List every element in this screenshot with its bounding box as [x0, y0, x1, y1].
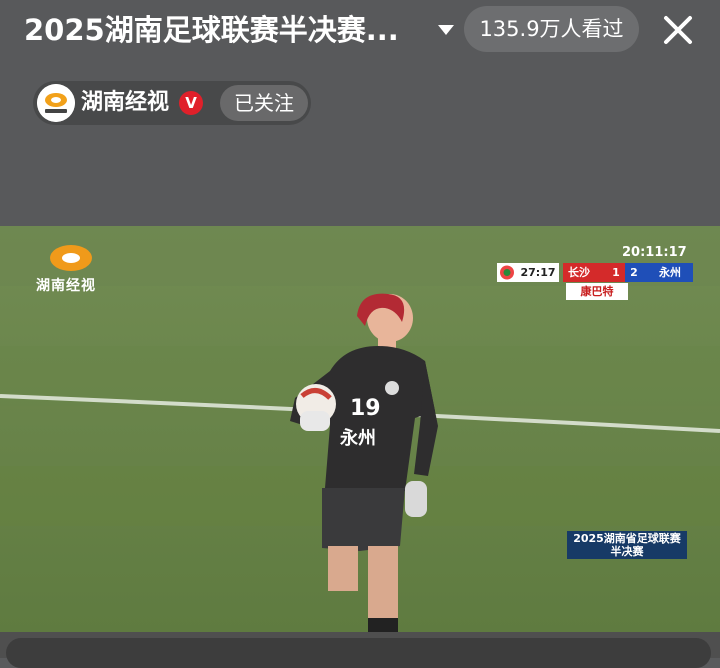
- video-header: 2025湖南足球联赛半决赛... 135.9万人看过 湖南经视 V 已关注: [0, 0, 720, 226]
- jersey-number: 19: [350, 396, 381, 421]
- away-score: 2: [625, 263, 643, 282]
- comment-input-bar[interactable]: [6, 638, 711, 668]
- home-score: 1: [607, 263, 625, 282]
- event-caption-line1: 2025湖南省足球联赛: [573, 532, 681, 545]
- video-title[interactable]: 2025湖南足球联赛半决赛...: [24, 10, 429, 50]
- broadcaster-watermark: 湖南经视: [36, 278, 96, 294]
- view-count: 135.9万人看过: [464, 6, 639, 52]
- match-time: 27:17: [517, 263, 559, 282]
- close-icon[interactable]: [658, 10, 698, 50]
- channel-name[interactable]: 湖南经视: [81, 81, 169, 125]
- follow-button[interactable]: 已关注: [220, 85, 308, 121]
- league-logo: [497, 263, 517, 282]
- channel-avatar[interactable]: [37, 84, 75, 122]
- broadcaster-logo: [48, 243, 94, 273]
- verified-icon: V: [179, 91, 203, 115]
- chevron-down-icon[interactable]: [434, 20, 458, 40]
- away-team: 永州: [643, 263, 693, 282]
- event-caption-line2: 半决赛: [610, 545, 644, 558]
- channel-chip[interactable]: 湖南经视 V 已关注: [33, 81, 311, 125]
- broadcast-clock: 20:11:17: [622, 245, 687, 260]
- scoreboard: 27:17 长沙 1 2 永州: [497, 263, 693, 282]
- event-caption: 2025湖南省足球联赛 半决赛: [567, 531, 687, 559]
- bottom-bar: [0, 632, 720, 668]
- jersey-text: 永州: [340, 428, 376, 449]
- sponsor-badge: 康巴特: [566, 283, 628, 300]
- video-player[interactable]: 19 永州 湖南经视 20:11:17 27:17 长沙 1 2 永州 康巴特 …: [0, 226, 720, 632]
- home-team: 长沙: [563, 263, 607, 282]
